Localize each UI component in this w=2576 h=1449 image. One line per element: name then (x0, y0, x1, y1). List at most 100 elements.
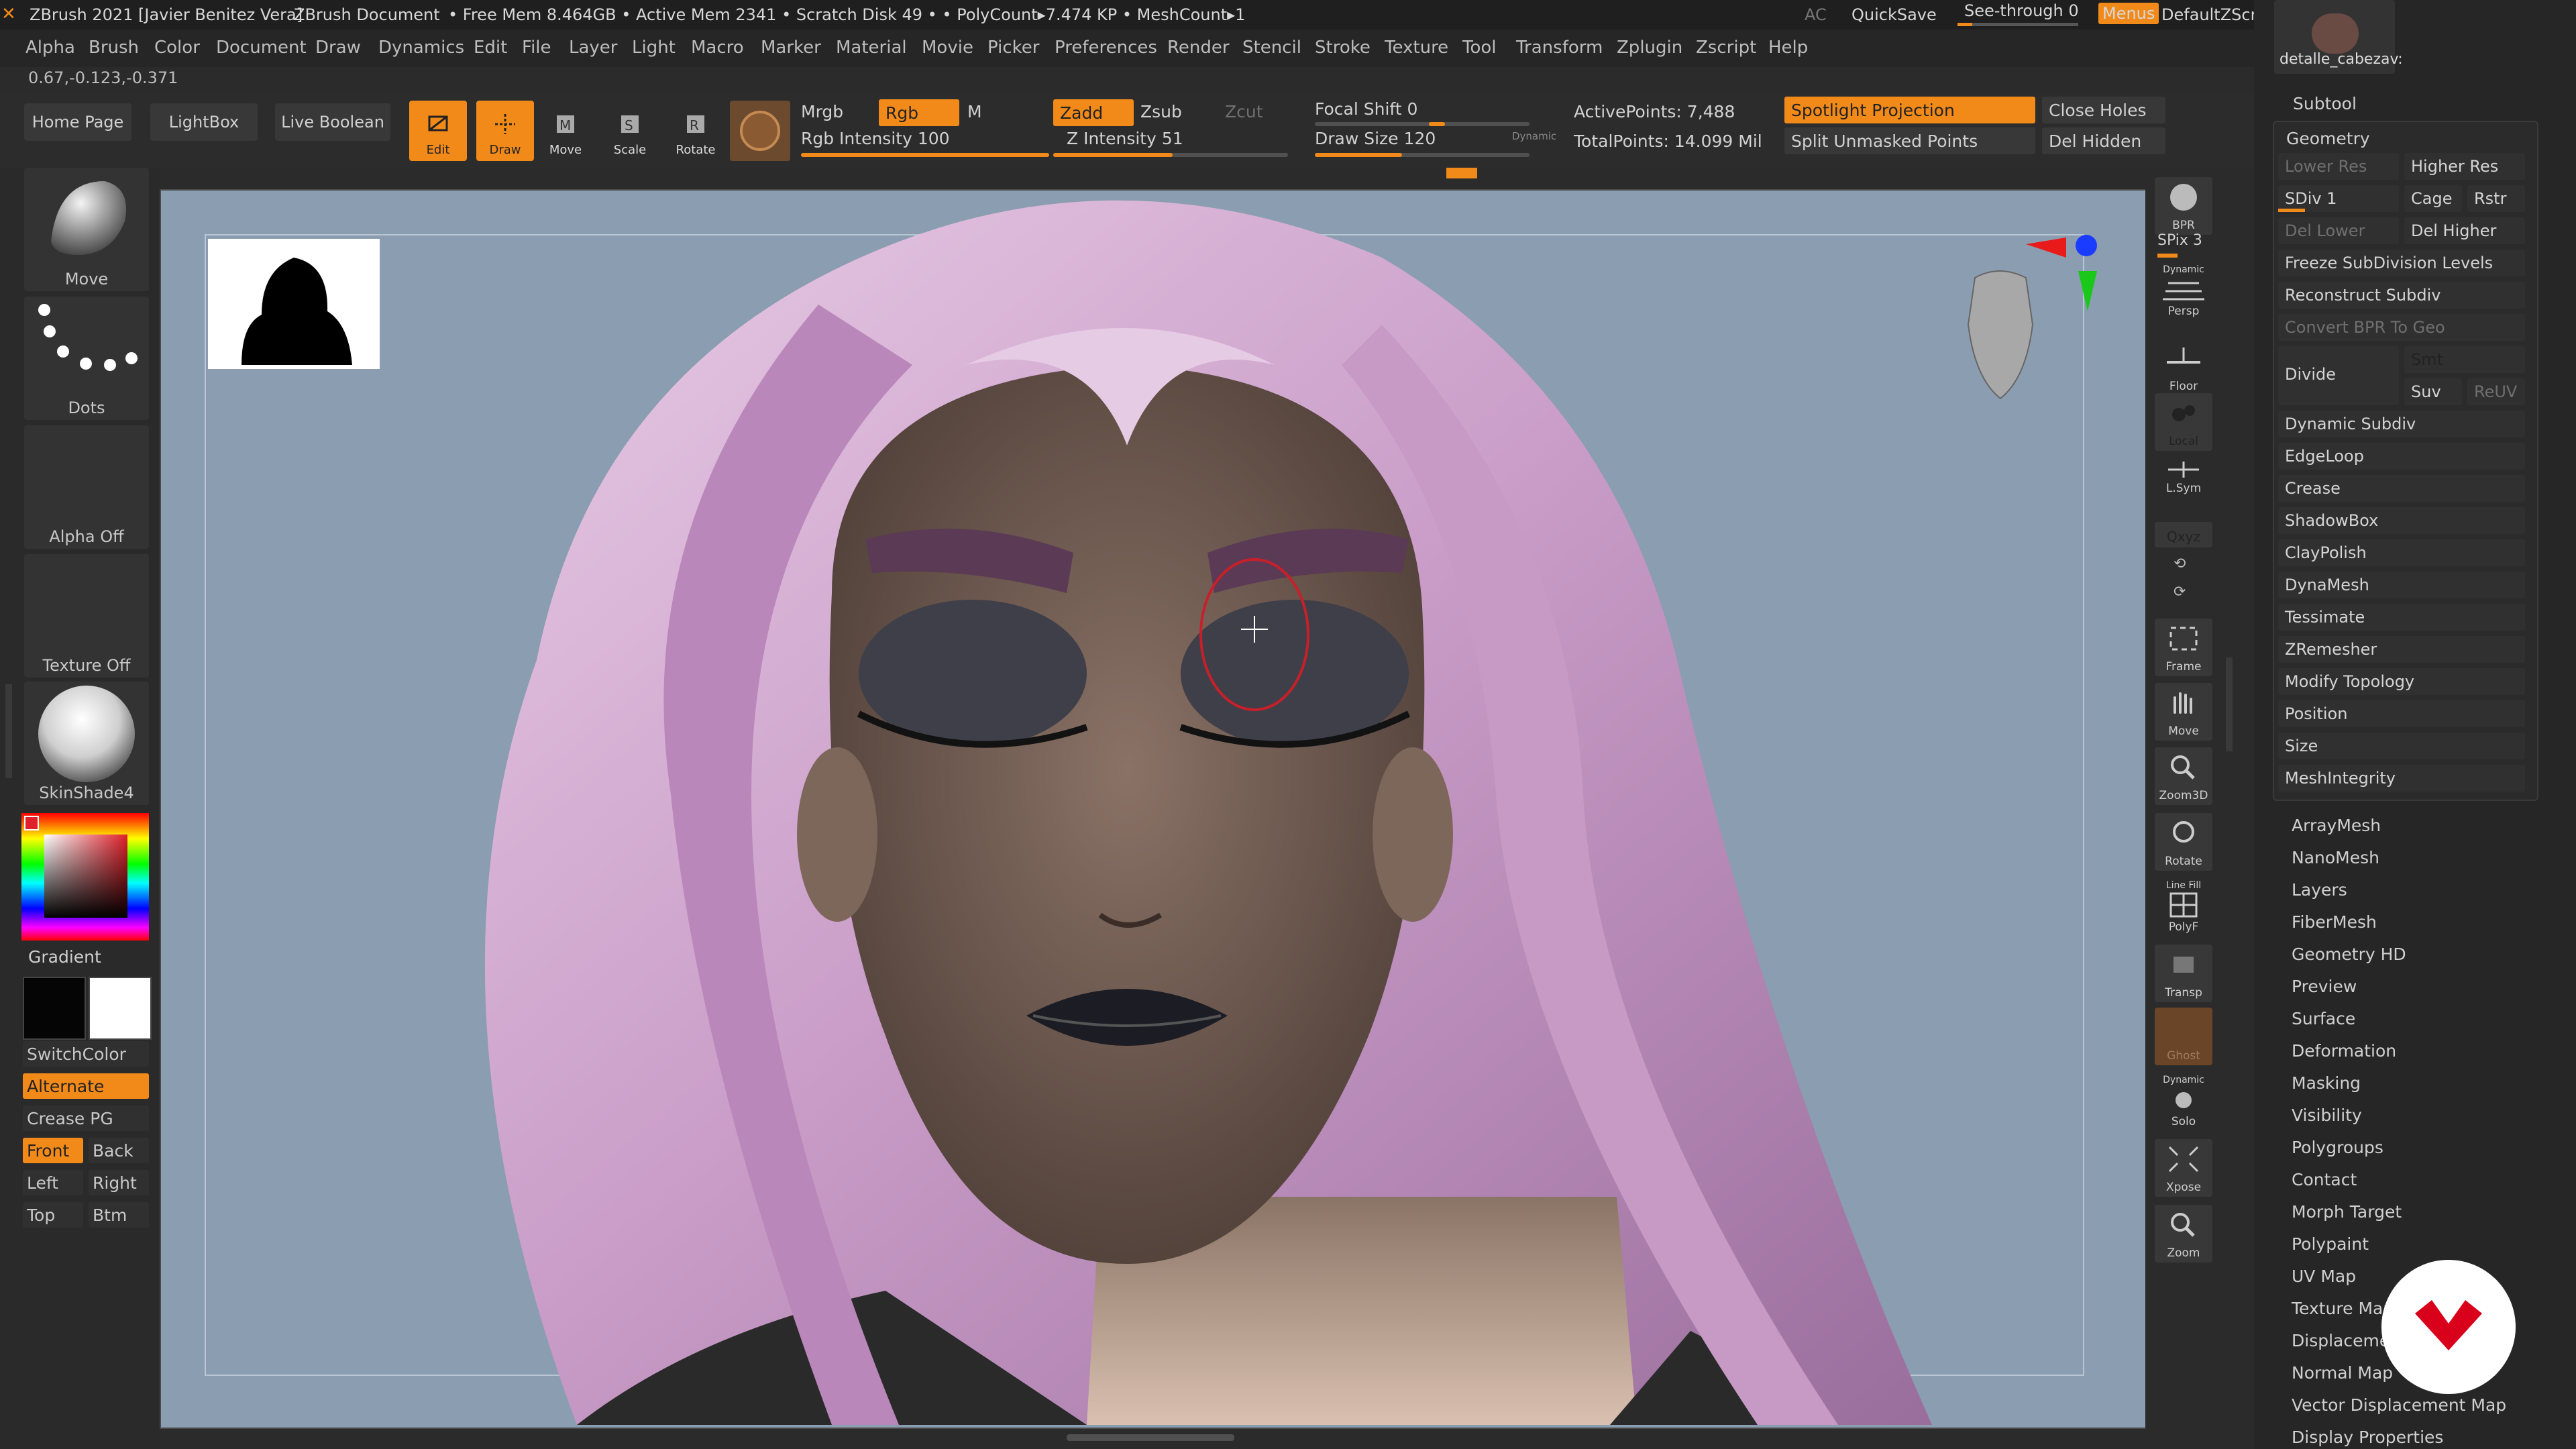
menu-macro[interactable]: Macro (691, 38, 744, 58)
bottom-view-button[interactable]: Btm (89, 1202, 149, 1228)
del-lower-button[interactable]: Del Lower (2278, 217, 2399, 244)
close-holes-button[interactable]: Close Holes (2042, 97, 2165, 123)
tool-section[interactable]: Texture Map (2292, 1299, 2394, 1318)
main-color-swatch[interactable] (23, 977, 86, 1040)
menu-light[interactable]: Light (632, 38, 676, 58)
tool-section[interactable]: Visibility (2292, 1106, 2362, 1125)
back-view-button[interactable]: Back (89, 1138, 149, 1163)
geo-subsection[interactable]: ShadowBox (2278, 507, 2525, 534)
tool-section[interactable]: Polypaint (2292, 1234, 2369, 1254)
menu-file[interactable]: File (522, 38, 551, 58)
tool-section[interactable]: Display Properties (2292, 1428, 2443, 1447)
material-swatch-button[interactable] (730, 101, 790, 161)
alternate-button[interactable]: Alternate (23, 1073, 149, 1099)
tool-section[interactable]: ArrayMesh (2292, 816, 2381, 835)
color-picker[interactable] (21, 813, 149, 941)
color-picker-square[interactable] (44, 835, 127, 918)
rstr-button[interactable]: Rstr (2467, 185, 2525, 212)
rotate-mode-button[interactable]: R Rotate (667, 101, 724, 161)
geo-subsection[interactable]: Crease (2278, 475, 2525, 502)
zcut-button[interactable]: Zcut (1225, 102, 1263, 121)
geo-subsection[interactable]: ClayPolish (2278, 539, 2525, 566)
geometry-section-header[interactable]: Geometry (2286, 129, 2370, 148)
left-panel-collapse-handle[interactable] (5, 684, 12, 778)
smt-toggle[interactable]: Smt (2404, 346, 2525, 373)
ghost-button[interactable]: Ghost (2155, 1008, 2212, 1065)
rgb-intensity-slider[interactable]: Rgb Intensity 100 (801, 129, 950, 148)
secondary-color-swatch[interactable] (89, 977, 152, 1040)
xyz-symmetry-button[interactable]: Qxyz (2155, 522, 2212, 547)
crease-pg-button[interactable]: Crease PG (23, 1106, 149, 1131)
menu-zscript[interactable]: Zscript (1696, 38, 1756, 58)
menu-layer[interactable]: Layer (569, 38, 618, 58)
tool-section[interactable]: Morph Target (2292, 1202, 2402, 1222)
geo-subsection[interactable]: MeshIntegrity (2278, 765, 2525, 792)
tool-section[interactable]: UV Map (2292, 1267, 2356, 1286)
brush-selector[interactable]: Move (24, 168, 149, 291)
convert-bpr-button[interactable]: Convert BPR To Geo (2278, 314, 2525, 341)
zoom-button[interactable]: Zoom (2155, 1205, 2212, 1263)
gradient-toggle[interactable]: Gradient (28, 947, 101, 967)
rgb-intensity-track[interactable] (801, 153, 1049, 157)
freeze-subdiv-button[interactable]: Freeze SubDivision Levels (2278, 250, 2525, 276)
rotate-y-icon[interactable]: ⟲ (2174, 555, 2186, 572)
local-transform-button[interactable]: Local (2155, 393, 2212, 451)
mrgb-button[interactable]: Mrgb (801, 102, 843, 121)
geo-subsection[interactable]: EdgeLoop (2278, 443, 2525, 470)
tool-section[interactable]: Surface (2292, 1009, 2355, 1028)
tool-section[interactable]: NanoMesh (2292, 848, 2379, 867)
xpose-button[interactable]: Xpose (2155, 1139, 2212, 1197)
rgb-button[interactable]: Rgb (879, 99, 959, 126)
geo-subsection[interactable]: Size (2278, 733, 2525, 759)
geo-subsection[interactable]: Dynamic Subdiv (2278, 411, 2525, 437)
menu-texture[interactable]: Texture (1385, 38, 1448, 58)
z-intensity-slider[interactable]: Z Intensity 51 (1067, 129, 1183, 148)
z-intensity-track[interactable] (1053, 153, 1288, 157)
geo-subsection[interactable]: Modify Topology (2278, 668, 2525, 695)
reconstruct-subdiv-button[interactable]: Reconstruct Subdiv (2278, 282, 2525, 309)
texture-selector[interactable]: Texture Off (24, 554, 149, 678)
focal-shift-track[interactable] (1315, 122, 1529, 126)
tool-section[interactable]: Deformation (2292, 1041, 2396, 1061)
menu-document[interactable]: Document (216, 38, 307, 58)
tool-section[interactable]: Preview (2292, 977, 2357, 996)
tool-section[interactable]: Polygroups (2292, 1138, 2383, 1157)
menus-toggle[interactable]: Menus (2098, 3, 2159, 24)
persp-button[interactable]: Dynamic Persp (2155, 263, 2212, 321)
home-page-button[interactable]: Home Page (24, 103, 131, 141)
zadd-button[interactable]: Zadd (1053, 99, 1134, 126)
spotlight-projection-button[interactable]: Spotlight Projection (1784, 97, 2035, 123)
tool-section[interactable]: Normal Map (2292, 1363, 2393, 1383)
suv-toggle[interactable]: Suv (2404, 378, 2462, 405)
geo-subsection[interactable]: ZRemesher (2278, 636, 2525, 663)
menu-alpha[interactable]: Alpha (25, 38, 75, 58)
dynamic-size-toggle[interactable]: Dynamic (1512, 130, 1556, 142)
draw-size-track[interactable] (1315, 153, 1529, 157)
geo-subsection[interactable]: Position (2278, 700, 2525, 727)
see-through-track[interactable] (1957, 23, 2078, 26)
spix-slider[interactable]: SPix 3 (2157, 232, 2202, 249)
transp-button[interactable]: Transp (2155, 945, 2212, 1002)
material-selector[interactable]: SkinShade4 (24, 682, 149, 805)
lower-res-button[interactable]: Lower Res (2278, 153, 2399, 180)
divide-button[interactable]: Divide (2278, 346, 2399, 405)
del-hidden-button[interactable]: Del Hidden (2042, 127, 2165, 154)
move-mode-button[interactable]: M Move (537, 101, 594, 161)
menu-help[interactable]: Help (1768, 38, 1808, 58)
bottom-shelf-handle[interactable] (1067, 1434, 1234, 1441)
navigation-head-gizmo[interactable] (1967, 235, 2097, 400)
reuv-toggle[interactable]: ReUV (2467, 378, 2525, 405)
menu-transform[interactable]: Transform (1516, 38, 1603, 58)
menu-color[interactable]: Color (154, 38, 200, 58)
lightbox-button[interactable]: LightBox (150, 103, 258, 141)
menu-stroke[interactable]: Stroke (1315, 38, 1371, 58)
quicksave-button[interactable]: QuickSave (1851, 5, 1937, 24)
front-view-button[interactable]: Front (23, 1138, 83, 1163)
rotate-view-button[interactable]: Rotate (2155, 813, 2212, 871)
subtool-section[interactable]: Subtool (2293, 94, 2357, 113)
menu-dynamics[interactable]: Dynamics (378, 38, 464, 58)
menu-render[interactable]: Render (1167, 38, 1230, 58)
bpr-render-button[interactable]: BPR (2155, 177, 2212, 235)
menu-material[interactable]: Material (836, 38, 907, 58)
geo-subsection[interactable]: DynaMesh (2278, 572, 2525, 598)
